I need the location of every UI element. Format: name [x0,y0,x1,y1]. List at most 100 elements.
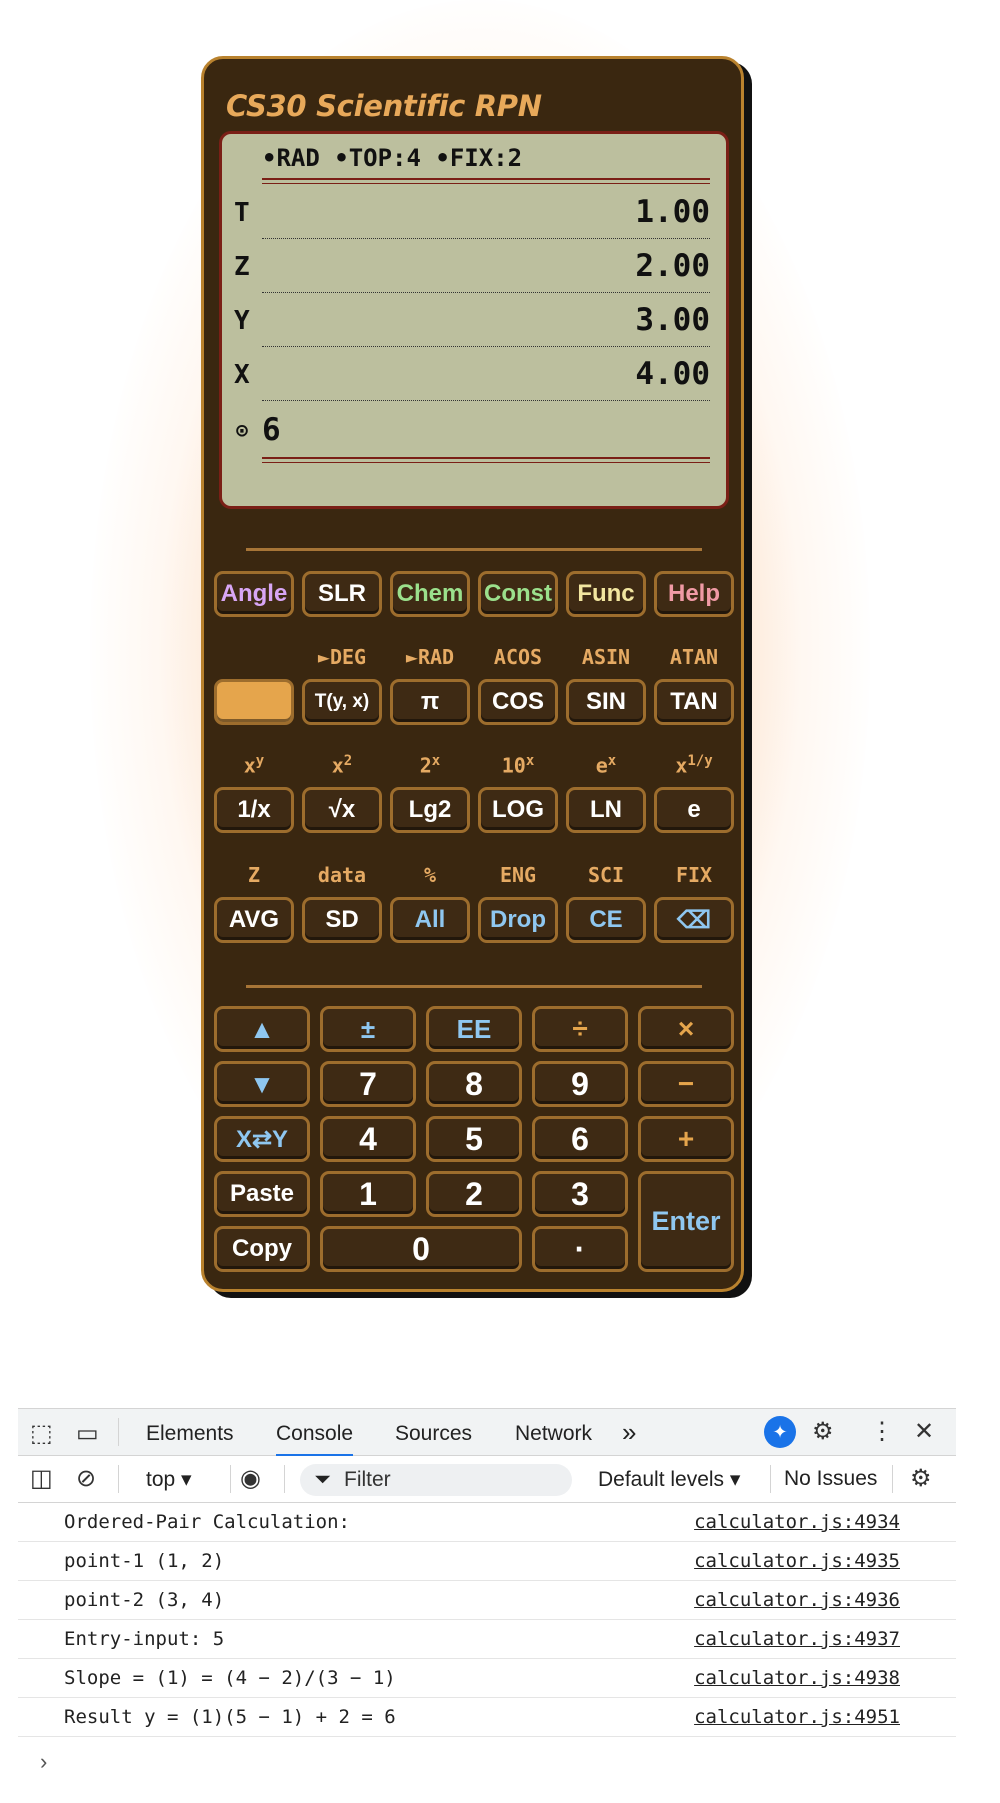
digit-3-button[interactable]: 3 [532,1171,628,1217]
copy-button[interactable]: Copy [214,1226,310,1272]
alt-sup: 1/y [687,753,713,769]
separator [118,1465,119,1493]
issues-button[interactable]: No Issues [784,1467,877,1491]
slr-menu-button[interactable]: SLR [302,571,382,617]
log-levels-dropdown[interactable]: Default levels ▾ [598,1467,740,1492]
ai-assistance-icon[interactable]: ✦ [764,1416,796,1448]
alt-base: 10 [501,753,526,778]
alt-label-x-squared: x2 [302,753,382,778]
digit-8-button[interactable]: 8 [426,1061,522,1107]
swap-xy-button[interactable]: X⇄Y [214,1116,310,1162]
gear-icon[interactable]: ⚙ [812,1417,834,1446]
cos-button[interactable]: COS [478,679,558,725]
angle-menu-button[interactable]: Angle [214,571,294,617]
paste-button[interactable]: Paste [214,1171,310,1217]
inspect-element-icon[interactable]: ⬚ [30,1419,53,1448]
register-value-x: 4.00 [635,356,710,392]
close-icon[interactable]: ✕ [914,1417,934,1446]
drop-button[interactable]: Drop [478,897,558,943]
log-source-link[interactable]: calculator.js:4951 [694,1706,900,1728]
alt-label-x-root-y: x1/y [654,753,734,778]
register-value-y: 3.00 [635,302,710,338]
display-rule [262,178,710,184]
decimal-point-button[interactable]: · [532,1226,628,1272]
calculator-display: •RAD •TOP:4 •FIX:2 T 1.00 Z 2.00 Y 3.00 … [219,131,729,509]
digit-7-button[interactable]: 7 [320,1061,416,1107]
chem-menu-button[interactable]: Chem [390,571,470,617]
multiply-button[interactable]: × [638,1006,734,1052]
device-toolbar-icon[interactable]: ▭ [76,1419,99,1448]
clear-console-icon[interactable]: ⊘ [76,1464,96,1493]
calculator: CS30 Scientific RPN •RAD •TOP:4 •FIX:2 T… [201,56,744,1292]
alt-label-fix: FIX [675,863,713,887]
separator [892,1465,893,1493]
sd-button[interactable]: SD [302,897,382,943]
digit-9-button[interactable]: 9 [532,1061,628,1107]
filter-icon: ⏷ [314,1468,331,1491]
roll-up-button[interactable]: ▲ [214,1006,310,1052]
register-divider [262,238,710,239]
alt-label-atan: ATAN [669,645,719,669]
register-divider [262,400,710,401]
separator [118,1418,119,1446]
polar-button[interactable]: T(y, x) [302,679,382,725]
kebab-menu-icon[interactable]: ⋮ [870,1417,894,1446]
shift-button[interactable] [214,679,294,725]
tab-sources[interactable]: Sources [395,1422,472,1446]
filter-input[interactable]: ⏷ Filter [300,1464,572,1496]
alt-label-e-pow-x: ex [566,753,646,778]
help-menu-button[interactable]: Help [654,571,734,617]
roll-down-button[interactable]: ▼ [214,1061,310,1107]
reciprocal-button[interactable]: 1/x [214,787,294,833]
tan-button[interactable]: TAN [654,679,734,725]
divide-button[interactable]: ÷ [532,1006,628,1052]
clear-entry-button[interactable]: CE [566,897,646,943]
enter-button[interactable]: Enter [638,1171,734,1272]
devtools-panel: ⬚ ▭ Elements Console Sources Network » ✦… [18,1408,956,1803]
tab-network[interactable]: Network [515,1422,592,1446]
e-constant-button[interactable]: e [654,787,734,833]
context-selector[interactable]: top ▾ [146,1467,192,1492]
console-settings-icon[interactable]: ⚙ [910,1464,932,1493]
digit-2-button[interactable]: 2 [426,1171,522,1217]
digit-1-button[interactable]: 1 [320,1171,416,1217]
subtract-button[interactable]: − [638,1061,734,1107]
exponent-button[interactable]: EE [426,1006,522,1052]
console-prompt[interactable]: › [40,1749,47,1775]
digit-6-button[interactable]: 6 [532,1116,628,1162]
log-button[interactable]: LOG [478,787,558,833]
alt-sup: x [525,753,535,769]
log-source-link[interactable]: calculator.js:4937 [694,1628,900,1650]
backspace-button[interactable]: ⌫ [654,897,734,943]
tab-console[interactable]: Console [276,1422,354,1457]
sqrt-button[interactable]: √x [302,787,382,833]
add-button[interactable]: + [638,1116,734,1162]
func-menu-button[interactable]: Func [566,571,646,617]
sidebar-toggle-icon[interactable]: ◫ [30,1464,53,1493]
ln-button[interactable]: LN [566,787,646,833]
eye-icon[interactable]: ◉ [240,1464,261,1493]
digit-4-button[interactable]: 4 [320,1116,416,1162]
digit-5-button[interactable]: 5 [426,1116,522,1162]
avg-button[interactable]: AVG [214,897,294,943]
sin-button[interactable]: SIN [566,679,646,725]
alt-sup: y [255,753,265,769]
log-source-link[interactable]: calculator.js:4935 [694,1550,900,1572]
log-source-link[interactable]: calculator.js:4936 [694,1589,900,1611]
const-menu-button[interactable]: Const [478,571,558,617]
log-source-link[interactable]: calculator.js:4938 [694,1667,900,1689]
console-log-row: point-1 (1, 2) calculator.js:4935 [18,1542,956,1581]
alt-base: x [675,753,688,778]
pi-button[interactable]: π [390,679,470,725]
change-sign-button[interactable]: ± [320,1006,416,1052]
more-tabs-icon[interactable]: » [622,1417,636,1448]
clear-all-button[interactable]: All [390,897,470,943]
console-log-row: Ordered-Pair Calculation: calculator.js:… [18,1503,956,1542]
log2-button[interactable]: Lg2 [390,787,470,833]
log-source-link[interactable]: calculator.js:4934 [694,1511,900,1533]
separator [284,1465,285,1493]
digit-0-button[interactable]: 0 [320,1226,522,1272]
tab-elements[interactable]: Elements [146,1422,234,1446]
alt-label-acos: ACOS [493,645,543,669]
alt-base: e [595,753,608,778]
